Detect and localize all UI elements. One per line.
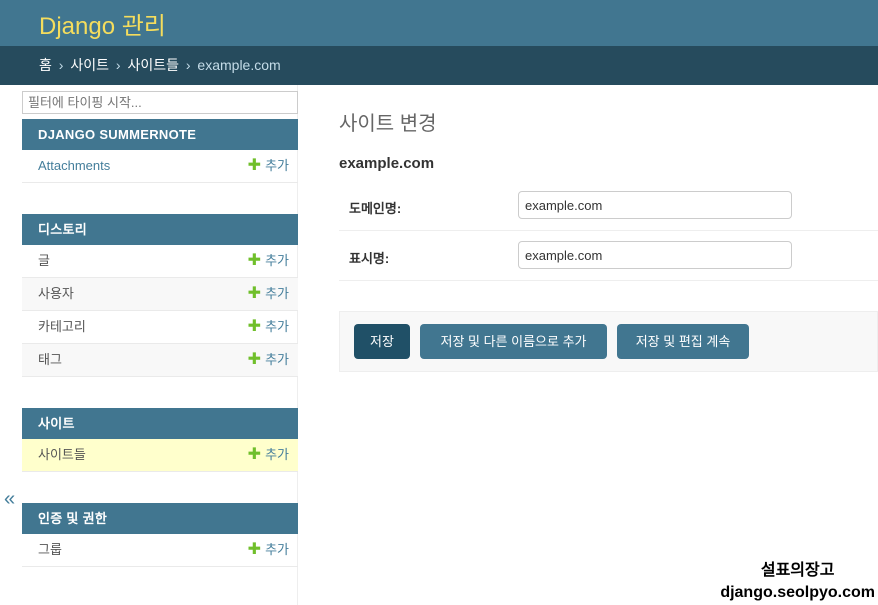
- sidebar-item-groups[interactable]: 그룹 ✚ 추가: [22, 534, 298, 567]
- sidebar-item-label[interactable]: 카테고리: [38, 319, 86, 334]
- add-category-link[interactable]: ✚ 추가: [248, 311, 289, 343]
- plus-icon: ✚: [247, 252, 262, 269]
- form-row-domain: 도메인명:: [339, 181, 878, 231]
- module-django-summernote: DJANGO SUMMERNOTE Attachments ✚ 추가: [22, 119, 298, 183]
- plus-icon: ✚: [247, 541, 262, 558]
- sidebar-item-label[interactable]: 사용자: [38, 286, 74, 301]
- sidebar-item-label[interactable]: 그룹: [38, 542, 62, 557]
- module-auth: 인증 및 권한 그룹 ✚ 추가: [22, 503, 298, 567]
- add-user-link[interactable]: ✚ 추가: [248, 278, 289, 310]
- page-title: 사이트 변경: [339, 113, 437, 135]
- site-branding[interactable]: Django 관리: [39, 6, 166, 41]
- domain-label: 도메인명:: [349, 201, 402, 216]
- nav-filter-input[interactable]: [22, 91, 298, 114]
- submit-row: 저장 저장 및 다른 이름으로 추가 저장 및 편집 계속: [339, 311, 878, 372]
- module-caption[interactable]: DJANGO SUMMERNOTE: [22, 119, 298, 150]
- sidebar-item-user[interactable]: 사용자 ✚ 추가: [22, 278, 298, 311]
- form-row-display-name: 표시명:: [339, 231, 878, 281]
- breadcrumb-separator: ›: [115, 57, 121, 73]
- plus-icon: ✚: [247, 285, 262, 302]
- sidebar-item-label[interactable]: Attachments: [38, 158, 110, 173]
- add-label: 추가: [265, 319, 289, 334]
- display-name-label: 표시명:: [349, 251, 390, 266]
- module-tistory: 디스토리 글 ✚ 추가 사용자 ✚ 추가 카테고리 ✚ 추가 태그 ✚ 추가: [22, 214, 298, 377]
- plus-icon: ✚: [247, 157, 262, 174]
- add-group-link[interactable]: ✚ 추가: [248, 534, 289, 566]
- add-tag-link[interactable]: ✚ 추가: [248, 344, 289, 376]
- add-label: 추가: [265, 352, 289, 367]
- sidebar-item-label[interactable]: 사이트들: [38, 447, 86, 462]
- nav-sidebar: DJANGO SUMMERNOTE Attachments ✚추가 디스토리 글…: [20, 85, 298, 605]
- domain-field[interactable]: [518, 191, 792, 219]
- breadcrumb-current: example.com: [197, 57, 281, 73]
- breadcrumb-home[interactable]: 홈: [39, 57, 52, 73]
- plus-icon: ✚: [247, 446, 262, 463]
- breadcrumb-app[interactable]: 사이트: [70, 57, 109, 73]
- add-label: 추가: [265, 253, 289, 268]
- watermark-line2: django.seolpyo.com: [720, 584, 875, 601]
- add-label: 추가: [265, 158, 289, 173]
- add-label: 추가: [265, 542, 289, 557]
- save-as-new-button[interactable]: 저장 및 다른 이름으로 추가: [420, 324, 607, 359]
- module-caption[interactable]: 인증 및 권한: [22, 503, 298, 534]
- breadcrumb-model[interactable]: 사이트들: [127, 57, 179, 73]
- add-attachment-link[interactable]: ✚ 추가: [248, 150, 289, 182]
- sidebar-item-label[interactable]: 글: [38, 253, 50, 268]
- sidebar-item-sites[interactable]: 사이트들 ✚ 추가: [22, 439, 298, 472]
- breadcrumb-separator: ›: [58, 57, 64, 73]
- plus-icon: ✚: [247, 318, 262, 335]
- add-post-link[interactable]: ✚ 추가: [248, 245, 289, 277]
- sidebar-item-tag[interactable]: 태그 ✚ 추가: [22, 344, 298, 377]
- breadcrumb: 홈 › 사이트 › 사이트들 › example.com: [0, 46, 878, 85]
- breadcrumb-separator: ›: [185, 57, 191, 73]
- toggle-sidebar-button[interactable]: «: [4, 488, 15, 511]
- watermark: 설표의장고 django.seolpyo.com: [720, 560, 875, 604]
- watermark-line1: 설표의장고: [760, 562, 835, 579]
- sidebar-item-attachments[interactable]: Attachments ✚ 추가: [22, 150, 298, 183]
- module-caption[interactable]: 디스토리: [22, 214, 298, 245]
- header-bar: Django 관리: [0, 0, 878, 46]
- sidebar-item-category[interactable]: 카테고리 ✚ 추가: [22, 311, 298, 344]
- sidebar-item-post[interactable]: 글 ✚ 추가: [22, 245, 298, 278]
- add-site-link[interactable]: ✚ 추가: [248, 439, 289, 471]
- object-title: example.com: [339, 155, 435, 172]
- sidebar-item-label[interactable]: 태그: [38, 352, 62, 367]
- save-and-continue-button[interactable]: 저장 및 편집 계속: [617, 324, 749, 359]
- module-caption[interactable]: 사이트: [22, 408, 298, 439]
- module-sites: 사이트 사이트들 ✚ 추가: [22, 408, 298, 472]
- display-name-field[interactable]: [518, 241, 792, 269]
- save-button[interactable]: 저장: [354, 324, 410, 359]
- add-label: 추가: [265, 447, 289, 462]
- plus-icon: ✚: [247, 351, 262, 368]
- add-label: 추가: [265, 286, 289, 301]
